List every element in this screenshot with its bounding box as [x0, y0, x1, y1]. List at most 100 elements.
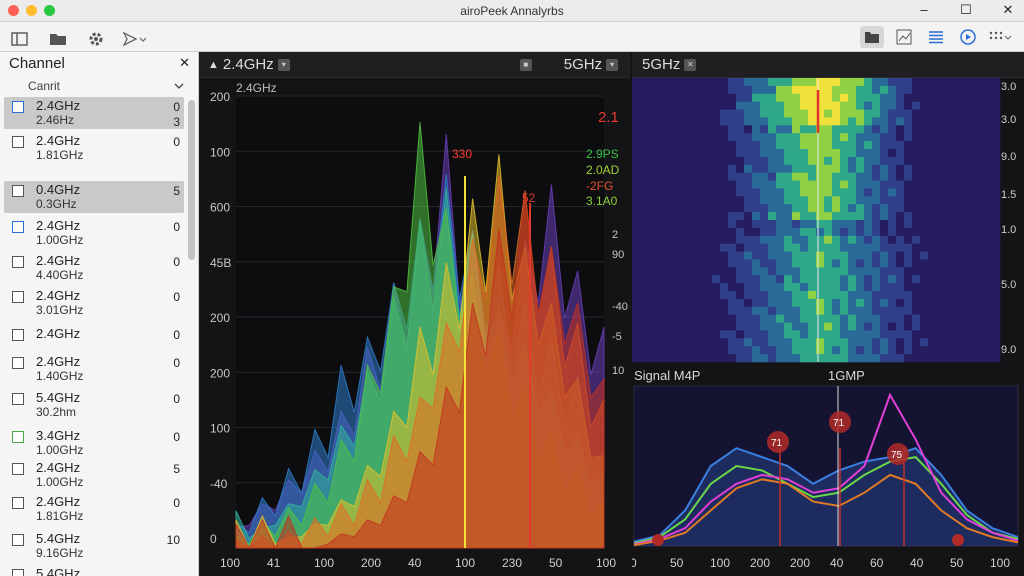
channel-row[interactable]: 2.4GHz 1.81GHz 0 — [4, 132, 184, 164]
channel-row[interactable]: 2.4GHz 1.00GHz 5 — [4, 459, 184, 491]
channel-checkbox[interactable] — [12, 463, 24, 475]
channel-checkbox[interactable] — [12, 569, 24, 576]
list-button[interactable] — [924, 26, 948, 48]
heatmap-cell — [944, 101, 953, 110]
heatmap-cell — [760, 220, 769, 229]
heatmap-cell — [680, 220, 689, 229]
channel-checkbox[interactable] — [12, 431, 24, 443]
heatmap-cell — [992, 93, 1001, 102]
channel-checkbox[interactable] — [12, 256, 24, 268]
sidebar-close-icon[interactable]: ✕ — [179, 55, 190, 71]
tab-24ghz[interactable]: 2.4GHz — [223, 56, 274, 73]
heatmap-cell — [696, 306, 705, 315]
tab-5ghz-right[interactable]: 5GHz — [642, 56, 680, 73]
heatmap-cell — [776, 291, 785, 300]
tab-dropdown-icon[interactable]: ▾ — [277, 58, 290, 71]
channel-checkbox[interactable] — [12, 101, 24, 113]
heatmap-cell — [864, 172, 873, 181]
heatmap-cell — [728, 275, 737, 284]
heatmap-cell — [736, 212, 745, 221]
channel-row[interactable]: 2.4GHz 1.40GHz 0 — [4, 353, 184, 385]
annotation-label: 52 — [522, 191, 536, 205]
channel-checkbox[interactable] — [12, 393, 24, 405]
channel-row[interactable]: 2.4GHz 2.46Hz 0 3 — [4, 97, 184, 129]
close-button[interactable]: ✕ — [1000, 2, 1016, 18]
heatmap-cell — [792, 267, 801, 276]
minimize-button[interactable]: – — [916, 2, 932, 18]
heatmap-cell — [976, 164, 985, 173]
channel-row[interactable]: 2.4GHz 4.40GHz 0 — [4, 252, 184, 284]
heatmap-cell — [920, 133, 929, 142]
open-folder-button[interactable] — [46, 28, 70, 50]
heatmap-cell — [848, 196, 857, 205]
channel-checkbox[interactable] — [12, 136, 24, 148]
channel-row[interactable]: 3.4GHz 1.00GHz 0 — [4, 427, 184, 459]
heatmap-cell — [984, 220, 993, 229]
channel-checkbox[interactable] — [12, 291, 24, 303]
heatmap-cell — [992, 243, 1001, 252]
heatmap-cell — [976, 117, 985, 126]
heatmap-cell — [904, 212, 913, 221]
heatmap-cell — [976, 314, 985, 323]
heatmap-cell — [888, 149, 897, 158]
play-button[interactable] — [956, 26, 980, 48]
heatmap-cell — [672, 346, 681, 355]
files-icon — [865, 32, 879, 43]
play-icon — [960, 29, 976, 45]
chart-button[interactable] — [892, 26, 916, 48]
heatmap-cell — [808, 109, 817, 118]
heatmap-cell — [928, 204, 937, 213]
settings-button[interactable] — [84, 28, 108, 50]
heatmap-cell — [968, 125, 977, 134]
channel-row[interactable]: 0.4GHz 0.3GHz 5 — [4, 181, 184, 213]
heatmap-cell — [760, 133, 769, 142]
heatmap-cell — [808, 196, 817, 205]
channel-checkbox[interactable] — [12, 497, 24, 509]
heatmap-cell — [728, 259, 737, 268]
sidebar-scrollbar[interactable] — [188, 100, 195, 260]
heatmap-cell — [992, 291, 1001, 300]
panel-pin-icon[interactable]: ■ — [519, 58, 532, 71]
heatmap-cell — [856, 220, 865, 229]
channel-row[interactable]: 5.4GHz — [4, 565, 184, 576]
channel-row[interactable]: 2.4GHz 0 — [4, 325, 184, 347]
channel-checkbox[interactable] — [12, 357, 24, 369]
heatmap-cell — [680, 78, 689, 87]
channel-row[interactable]: 2.4GHz 1.00GHz 0 — [4, 217, 184, 249]
heatmap-cell — [784, 101, 793, 110]
channel-row[interactable]: 5.4GHz 9.16GHz 10 — [4, 530, 184, 562]
send-button[interactable] — [122, 28, 146, 50]
tab-5ghz-dropdown-icon[interactable]: ▾ — [606, 58, 619, 71]
maximize-button[interactable]: ☐ — [958, 2, 974, 18]
channel-row[interactable]: 5.4GHz 30.2hm 0 — [4, 389, 184, 421]
heatmap-cell — [904, 314, 913, 323]
heatmap-cell — [976, 141, 985, 150]
heatmap-cell — [968, 133, 977, 142]
files-button[interactable] — [860, 26, 884, 48]
signal-x-tick-label: 40 — [910, 556, 924, 570]
heatmap-cell — [776, 78, 785, 87]
channel-checkbox[interactable] — [12, 329, 24, 341]
channel-checkbox[interactable] — [12, 185, 24, 197]
heatmap-cell — [688, 125, 697, 134]
heatmap-cell — [776, 220, 785, 229]
sidebar-toggle-button[interactable] — [8, 28, 32, 50]
channel-row[interactable]: 2.4GHz 1.81GHz 0 — [4, 493, 184, 525]
tab-5ghz-mid[interactable]: 5GHz — [564, 56, 602, 73]
heatmap-cell — [680, 164, 689, 173]
heatmap-cell — [760, 298, 769, 308]
heatmap-cell — [696, 275, 705, 284]
heatmap-cell — [856, 267, 865, 276]
grid-button[interactable] — [988, 26, 1012, 48]
heatmap-cell — [976, 243, 985, 252]
tab-close-icon[interactable]: ✕ — [684, 58, 697, 71]
heatmap-cell — [808, 346, 817, 355]
channel-filter-dropdown[interactable]: Canrit — [28, 76, 184, 96]
heatmap-cell — [752, 101, 761, 110]
channel-row[interactable]: 2.4GHz 3.01GHz 0 — [4, 287, 184, 319]
heatmap-cell — [656, 298, 665, 308]
heatmap-cell — [808, 133, 817, 142]
channel-checkbox[interactable] — [12, 534, 24, 546]
heatmap-cell — [896, 251, 905, 260]
channel-checkbox[interactable] — [12, 221, 24, 233]
